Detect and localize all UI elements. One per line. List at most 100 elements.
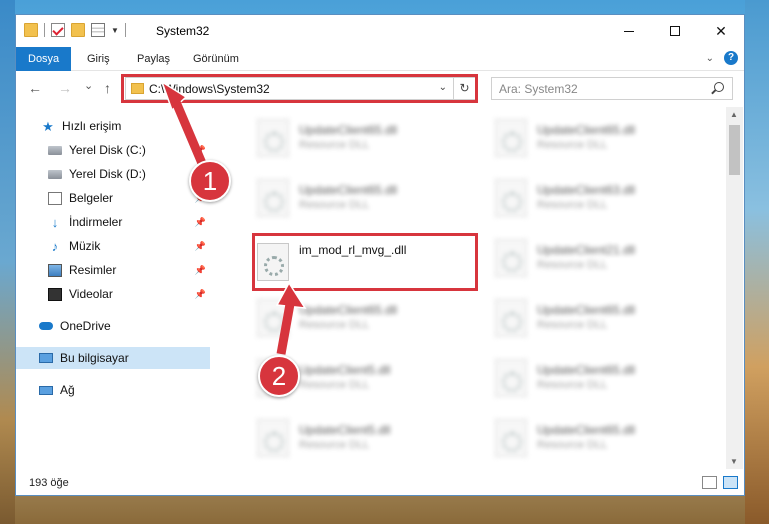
toolbar-separator xyxy=(44,23,45,37)
help-icon[interactable]: ? xyxy=(724,51,738,65)
file-item[interactable]: UpdateClient65.dll Resource DLL xyxy=(487,413,717,463)
scrollbar-thumb[interactable] xyxy=(729,125,740,175)
file-item[interactable]: UpdateClient5.dll Resource DLL xyxy=(249,413,479,463)
forward-button[interactable]: → xyxy=(58,80,72,96)
properties-icon[interactable] xyxy=(91,23,105,37)
recent-locations-button[interactable]: ⌄ xyxy=(84,79,93,92)
file-item[interactable]: UpdateClient63.dll Resource DLL xyxy=(487,173,717,223)
properties-check-icon[interactable] xyxy=(51,23,65,37)
up-button[interactable]: ↑ xyxy=(104,80,111,96)
close-icon: ✕ xyxy=(715,22,727,39)
desktop-background-left xyxy=(0,0,15,524)
dll-file-icon xyxy=(257,419,289,457)
scroll-up-icon[interactable]: ▲ xyxy=(730,110,738,119)
sidebar-item-quick-access[interactable]: ★ Hızlı erişim xyxy=(16,115,210,137)
file-name: UpdateClient65.dll xyxy=(537,303,636,317)
ribbon-controls: ⌄ ? xyxy=(706,51,738,65)
sidebar-item-downloads[interactable]: ↓ İndirmeler 📌 xyxy=(16,211,210,233)
pictures-icon xyxy=(48,263,62,277)
sidebar-item-label: OneDrive xyxy=(60,319,111,333)
step-marker-1: 1 xyxy=(189,160,231,202)
file-type: Resource DLL xyxy=(537,439,608,451)
file-item[interactable]: UpdateClient65.dll Resource DLL xyxy=(487,293,717,343)
scroll-down-icon[interactable]: ▼ xyxy=(730,457,738,466)
sidebar-item-local-disk-c[interactable]: Yerel Disk (C:) 📌 xyxy=(16,139,210,161)
sidebar-item-label: Yerel Disk (C:) xyxy=(69,143,146,157)
file-highlight-box xyxy=(252,233,478,291)
music-icon: ♪ xyxy=(51,238,59,254)
sidebar-item-music[interactable]: ♪ Müzik 📌 xyxy=(16,235,210,257)
maximize-button[interactable] xyxy=(652,15,698,47)
sidebar-item-label: Yerel Disk (D:) xyxy=(69,167,146,181)
file-name: UpdateClient5.dll xyxy=(299,423,391,437)
expand-ribbon-icon[interactable]: ⌄ xyxy=(706,53,714,64)
file-type: Resource DLL xyxy=(537,259,608,271)
sidebar-item-documents[interactable]: Belgeler 📌 xyxy=(16,187,210,209)
sidebar-item-pictures[interactable]: Resimler 📌 xyxy=(16,259,210,281)
sidebar-item-label: Belgeler xyxy=(69,191,114,205)
sidebar-item-label: Resimler xyxy=(69,263,117,277)
documents-icon xyxy=(48,191,62,205)
step-marker-2: 2 xyxy=(258,355,300,397)
sidebar-item-label: Videolar xyxy=(69,287,113,301)
dll-file-icon xyxy=(495,419,527,457)
window-title: System32 xyxy=(156,24,210,38)
pin-icon[interactable]: 📌 xyxy=(195,145,206,156)
file-type: Resource DLL xyxy=(299,199,370,211)
dll-file-icon xyxy=(495,179,527,217)
sidebar-item-local-disk-d[interactable]: Yerel Disk (D:) xyxy=(16,163,210,185)
star-icon: ★ xyxy=(42,118,54,134)
file-name: UpdateClient65.dll xyxy=(537,123,636,137)
close-button[interactable]: ✕ xyxy=(698,15,744,47)
pin-icon[interactable]: 📌 xyxy=(195,217,206,228)
drive-icon xyxy=(48,169,62,179)
file-item[interactable]: UpdateClient21.dll Resource DLL xyxy=(487,233,717,283)
dll-file-icon xyxy=(257,299,289,337)
file-type: Resource DLL xyxy=(537,199,608,211)
file-item[interactable]: UpdateClient65.dll Resource DLL xyxy=(249,113,479,163)
file-explorer-window: ▼ System32 ✕ Dosya Giriş Paylaş Görünüm … xyxy=(15,14,745,496)
file-type: Resource DLL xyxy=(537,139,608,151)
tab-home[interactable]: Giriş xyxy=(75,47,122,71)
view-switcher xyxy=(702,476,738,489)
chevron-down-icon[interactable]: ▼ xyxy=(111,26,119,35)
back-button[interactable]: ← xyxy=(28,80,42,96)
sidebar-item-network[interactable]: Ağ xyxy=(16,379,210,401)
pin-icon[interactable]: 📌 xyxy=(195,241,206,252)
dll-file-icon xyxy=(495,359,527,397)
dll-file-icon xyxy=(495,239,527,277)
file-name: UpdateClient65.dll xyxy=(299,123,398,137)
sidebar-item-label: Ağ xyxy=(60,383,75,397)
search-icon[interactable] xyxy=(714,82,724,92)
file-item[interactable]: UpdateClient65.dll Resource DLL xyxy=(249,293,479,343)
large-icons-view-icon[interactable] xyxy=(723,476,738,489)
minimize-button[interactable] xyxy=(606,15,652,47)
file-name: UpdateClient5.dll xyxy=(299,363,391,377)
new-folder-icon[interactable] xyxy=(71,23,85,37)
pin-icon[interactable]: 📌 xyxy=(195,289,206,300)
sidebar-item-this-pc[interactable]: Bu bilgisayar xyxy=(16,347,210,369)
file-name: UpdateClient65.dll xyxy=(299,183,398,197)
dll-file-icon xyxy=(495,119,527,157)
details-view-icon[interactable] xyxy=(702,476,717,489)
window-controls: ✕ xyxy=(606,15,744,47)
pin-icon[interactable]: 📌 xyxy=(195,265,206,276)
address-highlight-box xyxy=(121,74,478,103)
sidebar-item-onedrive[interactable]: OneDrive xyxy=(16,315,210,337)
dll-file-icon xyxy=(495,299,527,337)
search-box[interactable]: Ara: System32 xyxy=(491,77,733,100)
sidebar-item-videos[interactable]: Videolar 📌 xyxy=(16,283,210,305)
ribbon-tabs: Dosya Giriş Paylaş Görünüm ⌄ ? xyxy=(16,47,744,71)
file-item[interactable]: UpdateClient65.dll Resource DLL xyxy=(249,173,479,223)
videos-icon xyxy=(48,287,62,301)
file-item[interactable]: UpdateClient65.dll Resource DLL xyxy=(487,353,717,403)
tab-share[interactable]: Paylaş xyxy=(125,47,182,71)
title-bar: ▼ System32 ✕ xyxy=(16,15,744,47)
vertical-scrollbar[interactable]: ▲ ▼ xyxy=(726,107,743,469)
sidebar-item-label: Hızlı erişim xyxy=(62,119,122,133)
tab-view[interactable]: Görünüm xyxy=(181,47,251,71)
tab-file[interactable]: Dosya xyxy=(16,47,72,71)
file-name: UpdateClient63.dll xyxy=(537,183,636,197)
downloads-icon: ↓ xyxy=(51,214,59,230)
file-item[interactable]: UpdateClient65.dll Resource DLL xyxy=(487,113,717,163)
